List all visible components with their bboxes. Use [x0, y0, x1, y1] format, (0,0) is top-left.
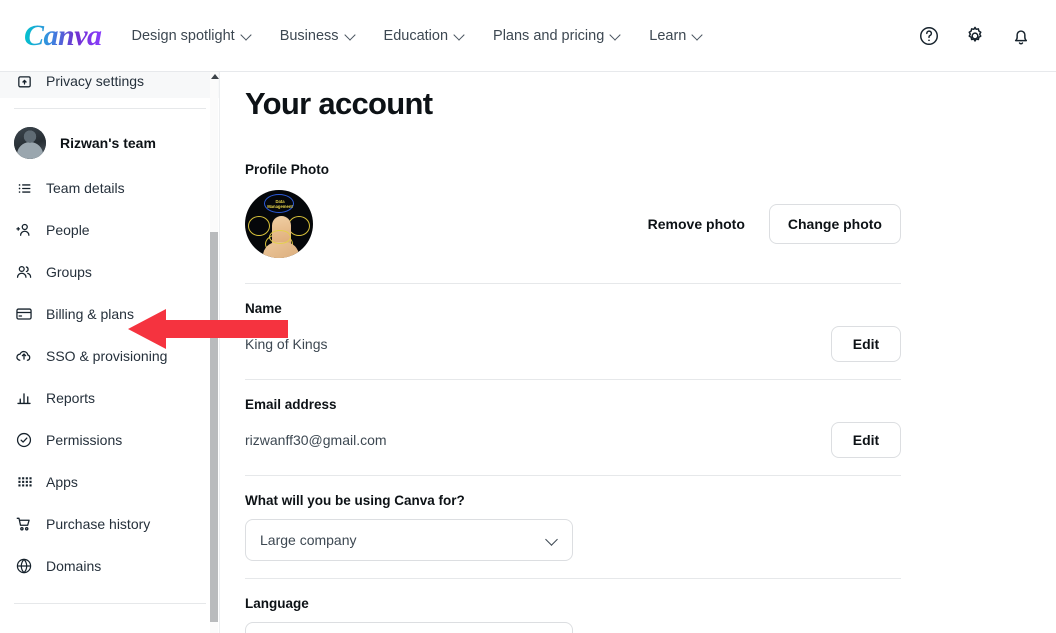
remove-photo-button[interactable]: Remove photo	[646, 210, 747, 238]
usage-section: What will you be using Canva for? Large …	[245, 476, 901, 578]
edit-name-button[interactable]: Edit	[831, 326, 901, 362]
sidebar-item-label: Privacy settings	[46, 73, 145, 89]
sidebar-item-domains[interactable]: Domains	[0, 545, 220, 587]
privacy-lock-icon	[14, 72, 34, 91]
avatar	[14, 127, 46, 159]
sidebar-item-label: Permissions	[46, 432, 123, 448]
sidebar-divider-bottom	[14, 603, 206, 604]
usage-select[interactable]: Large company	[245, 519, 573, 561]
nav-label: Design spotlight	[131, 27, 235, 44]
nav-item-education[interactable]: Education	[384, 28, 466, 44]
sidebar-item-sso-and-provisioning[interactable]: SSO & provisioning	[0, 335, 220, 377]
nav-item-plans-and-pricing[interactable]: Plans and pricing	[493, 28, 621, 44]
edit-email-button[interactable]: Edit	[831, 422, 901, 458]
change-photo-button[interactable]: Change photo	[768, 204, 901, 244]
profile-photo-actions: Remove photo Change photo	[646, 204, 901, 244]
shopping-cart-icon	[14, 514, 34, 534]
main-content: Your account Profile Photo Data Manageme…	[220, 72, 1056, 633]
bar-chart-icon	[14, 388, 34, 408]
account-settings-sections: Profile Photo Data Management Remove pho…	[245, 162, 901, 633]
name-row: King of Kings Edit	[245, 326, 901, 362]
group-icon	[14, 262, 34, 282]
sidebar-item-label: Domains	[46, 558, 102, 574]
nav-item-learn[interactable]: Learn	[649, 28, 703, 44]
gear-icon[interactable]	[962, 23, 988, 49]
profile-photo-section: Profile Photo Data Management Remove pho…	[245, 162, 901, 259]
nav-label: Education	[383, 27, 449, 44]
grid-dots-icon	[14, 472, 34, 492]
globe-icon	[14, 556, 34, 576]
nav-item-design-spotlight[interactable]: Design spotlight	[132, 28, 252, 44]
profile-photo-label: Profile Photo	[245, 162, 329, 177]
email-label: Email address	[245, 397, 337, 412]
bell-icon[interactable]	[1008, 23, 1034, 49]
main-nav: Design spotlight Business Education Plan…	[132, 28, 704, 44]
chevron-down-icon	[345, 30, 356, 41]
sidebar-edge-divider	[219, 72, 220, 633]
sidebar-item-apps[interactable]: Apps	[0, 461, 220, 503]
nav-item-business[interactable]: Business	[280, 28, 356, 44]
email-row: rizwanff30@gmail.com Edit	[245, 422, 901, 458]
name-section: Name King of Kings Edit	[245, 284, 901, 379]
language-section: Language English (US)	[245, 579, 901, 633]
chevron-down-icon	[692, 30, 703, 41]
nav-label: Business	[279, 27, 339, 44]
sidebar-item-label: Team details	[46, 180, 125, 196]
sidebar-item-reports[interactable]: Reports	[0, 377, 220, 419]
language-label: Language	[245, 596, 309, 611]
check-circle-icon	[14, 430, 34, 450]
sidebar-item-label: Purchase history	[46, 516, 151, 532]
email-section: Email address rizwanff30@gmail.com Edit	[245, 380, 901, 475]
page-title: Your account	[245, 86, 433, 121]
sidebar-item-permissions[interactable]: Permissions	[0, 419, 220, 461]
sidebar-item-billing-and-plans[interactable]: Billing & plans	[0, 293, 220, 335]
credit-card-icon	[14, 304, 34, 324]
chevron-down-icon	[454, 30, 465, 41]
top-navigation-bar: Canva Design spotlight Business Educatio…	[0, 0, 1056, 72]
language-select[interactable]: English (US)	[245, 622, 573, 633]
team-name-label: Rizwan's team	[60, 135, 156, 151]
sidebar-item-label: Reports	[46, 390, 96, 406]
chevron-down-icon	[610, 30, 621, 41]
profile-photo-caption: Data Management	[267, 199, 293, 209]
sidebar-scroll-region: Privacy settings Rizwan's team Team deta…	[0, 72, 220, 633]
canva-logo[interactable]: Canva	[24, 20, 102, 51]
sidebar-item-privacy-settings[interactable]: Privacy settings	[0, 72, 220, 98]
sidebar-item-label: Billing & plans	[46, 306, 134, 322]
canva-account-settings-page: Canva Design spotlight Business Educatio…	[0, 0, 1056, 633]
profile-photo-row: Data Management Remove photo Change phot…	[245, 189, 901, 259]
help-icon[interactable]	[916, 23, 942, 49]
usage-label: What will you be using Canva for?	[245, 493, 465, 508]
sidebar-item-label: Apps	[46, 474, 78, 490]
chevron-down-icon	[241, 30, 252, 41]
nav-label: Plans and pricing	[493, 27, 605, 44]
profile-photo-avatar: Data Management	[245, 190, 313, 258]
sidebar-item-groups[interactable]: Groups	[0, 251, 220, 293]
sidebar-item-label: People	[46, 222, 90, 238]
settings-sidebar: Privacy settings Rizwan's team Team deta…	[0, 72, 220, 633]
list-icon	[14, 178, 34, 198]
sidebar-item-label: SSO & provisioning	[46, 348, 168, 364]
sidebar-item-purchase-history[interactable]: Purchase history	[0, 503, 220, 545]
sidebar-item-label: Groups	[46, 264, 92, 280]
nav-label: Learn	[649, 27, 687, 44]
sidebar-scrollbar-thumb[interactable]	[210, 232, 218, 622]
sidebar-item-people[interactable]: People	[0, 209, 220, 251]
header-actions	[916, 0, 1034, 72]
email-value: rizwanff30@gmail.com	[245, 432, 387, 448]
name-value: King of Kings	[245, 336, 328, 352]
usage-select-value: Large company	[260, 532, 357, 548]
sidebar-team-header[interactable]: Rizwan's team	[0, 119, 220, 167]
sidebar-divider-top	[14, 108, 206, 109]
sidebar-item-team-details[interactable]: Team details	[0, 167, 220, 209]
add-person-icon	[14, 220, 34, 240]
cloud-upload-icon	[14, 346, 34, 366]
name-label: Name	[245, 301, 282, 316]
chevron-down-icon	[546, 534, 558, 546]
